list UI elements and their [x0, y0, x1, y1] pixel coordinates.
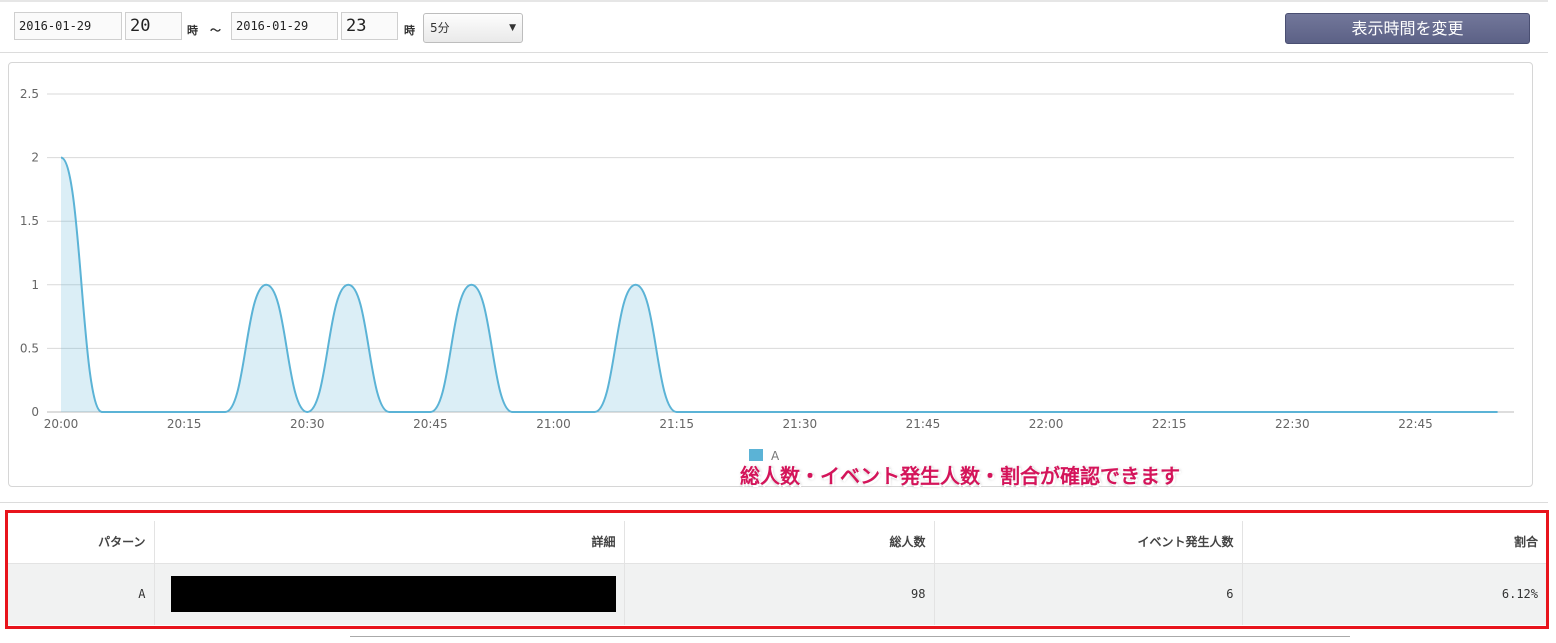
chart-section: 0 0.5 1 1.5 2 2.5 20:00 20:15 20:30 20:45 21:00 21:… [0, 52, 1548, 503]
x-tick-label: 22:00 [1029, 417, 1064, 431]
x-tick-label: 21:15 [659, 417, 694, 431]
header-detail: 詳細 [154, 521, 624, 563]
start-hour-label: 時 [187, 22, 198, 38]
y-tick-label: 0.5 [20, 341, 39, 355]
header-total: 総人数 [624, 521, 934, 563]
header-events: イベント発生人数 [934, 521, 1242, 563]
header-ratio: 割合 [1242, 521, 1546, 563]
start-date-field[interactable]: 2016-01-29 [14, 12, 122, 40]
x-tick-label: 21:45 [906, 417, 941, 431]
x-tick-label: 20:45 [413, 417, 448, 431]
y-tick-label: 0 [31, 405, 39, 419]
cell-detail [154, 563, 624, 625]
range-separator: ～ [210, 22, 221, 38]
end-hour-label: 時 [404, 22, 415, 38]
x-tick-label: 20:30 [290, 417, 325, 431]
apply-time-button[interactable]: 表示時間を変更 [1285, 13, 1530, 44]
y-tick-label: 1 [31, 278, 39, 292]
x-tick-label: 21:00 [536, 417, 571, 431]
cell-pattern: A [8, 563, 154, 625]
start-hour-field[interactable]: 20 [125, 12, 182, 40]
header-pattern: パターン [8, 521, 154, 563]
annotation-callout: 総人数・イベント発生人数・割合が確認できます [740, 460, 1180, 489]
redacted-block [171, 576, 616, 612]
cell-total: 98 [624, 563, 934, 625]
interval-select-value: 5分 [430, 21, 450, 35]
x-tick-label: 21:30 [783, 417, 818, 431]
x-tick-label: 20:15 [167, 417, 202, 431]
end-hour-field[interactable]: 23 [341, 12, 398, 40]
x-tick-label: 22:45 [1398, 417, 1433, 431]
results-table-highlight: パターン 詳細 総人数 イベント発生人数 割合 A 98 6 6.12% [5, 510, 1549, 629]
cell-events: 6 [934, 563, 1242, 625]
table-header-row: パターン 詳細 総人数 イベント発生人数 割合 [8, 521, 1546, 563]
interval-select[interactable]: 5分 ▼ [423, 13, 523, 43]
results-table: パターン 詳細 総人数 イベント発生人数 割合 A 98 6 6.12% [8, 521, 1546, 625]
y-tick-label: 1.5 [20, 214, 39, 228]
x-tick-label: 22:15 [1152, 417, 1187, 431]
y-tick-label: 2.5 [20, 87, 39, 101]
x-tick-label: 20:00 [44, 417, 79, 431]
filter-bar: 2016-01-29 20 時 ～ 2016-01-29 23 時 5分 ▼ 表… [0, 0, 1548, 53]
y-tick-label: 2 [31, 151, 39, 165]
chevron-down-icon: ▼ [509, 14, 516, 42]
table-row: A 98 6 6.12% [8, 563, 1546, 625]
cell-ratio: 6.12% [1242, 563, 1546, 625]
area-chart: 0 0.5 1 1.5 2 2.5 20:00 20:15 20:30 20:45 21:00 21:… [9, 63, 1532, 486]
end-date-field[interactable]: 2016-01-29 [231, 12, 338, 40]
chart-panel: 0 0.5 1 1.5 2 2.5 20:00 20:15 20:30 20:45 21:00 21:… [8, 62, 1533, 487]
x-tick-label: 22:30 [1275, 417, 1310, 431]
